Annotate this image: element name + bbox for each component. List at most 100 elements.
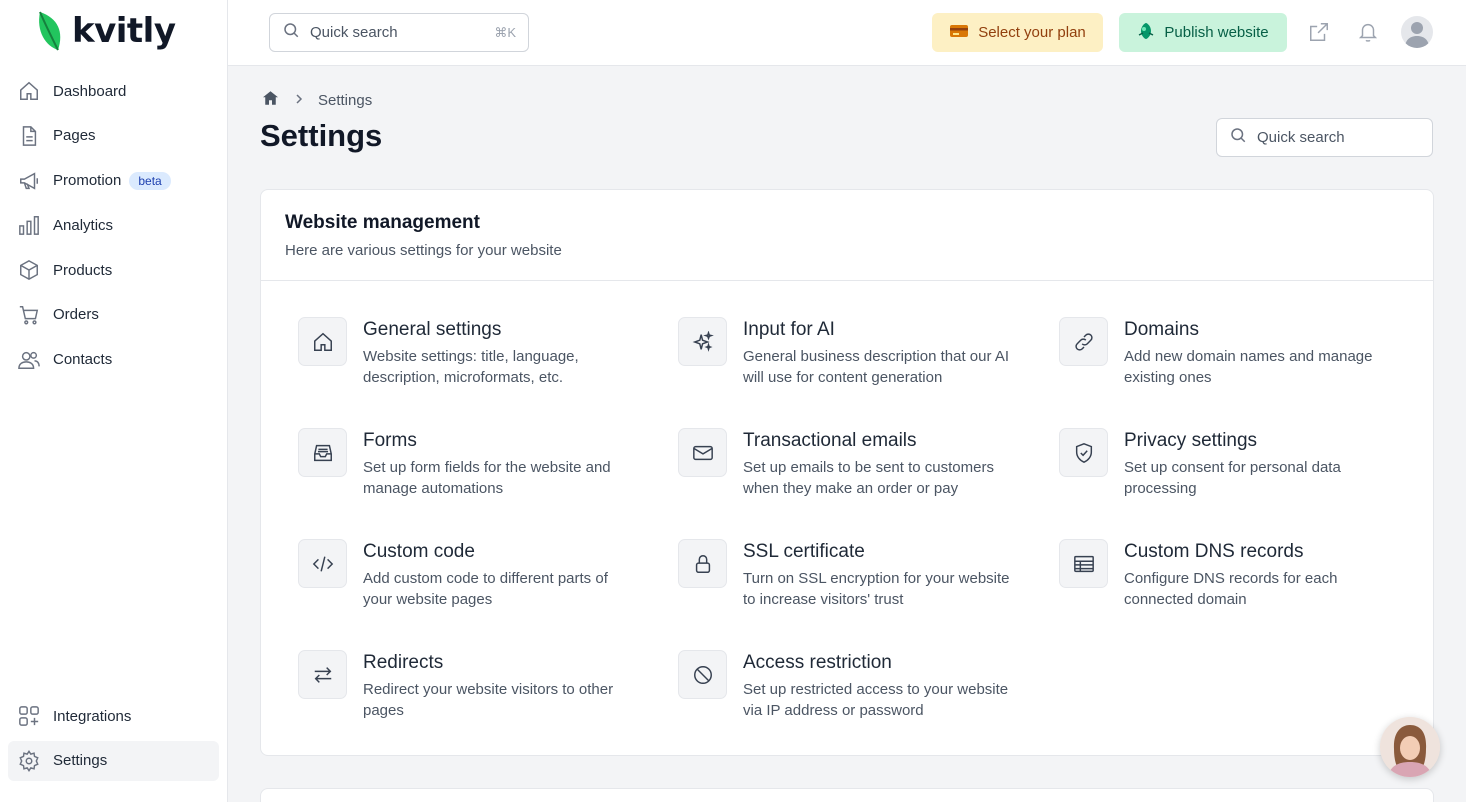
sidebar-item-label: Contacts [53, 351, 113, 369]
select-plan-button[interactable]: Select your plan [932, 13, 1103, 52]
publish-label: Publish website [1164, 24, 1269, 41]
setting-description: Website settings: title, language, descr… [363, 348, 579, 386]
setting-custom-dns-records[interactable]: Custom DNS records Configure DNS records… [1059, 539, 1399, 629]
file-icon [18, 125, 40, 147]
search-icon [282, 21, 300, 44]
setting-custom-code[interactable]: Custom code Add custom code to different… [298, 539, 638, 629]
setting-input-for-ai[interactable]: Input for AI General business descriptio… [678, 317, 1018, 407]
sidebar-item-settings[interactable]: Settings [8, 740, 219, 781]
shield-check-icon [1059, 428, 1108, 477]
sidebar-nav: Dashboard Pages Promotion beta Analytics… [8, 71, 219, 385]
sidebar-item-pages[interactable]: Pages [8, 116, 219, 156]
gear-icon [18, 749, 40, 772]
sidebar-item-label: Analytics [53, 216, 114, 234]
credit-card-icon [949, 23, 969, 43]
setting-access-restriction[interactable]: Access restriction Set up restricted acc… [678, 650, 1018, 740]
sidebar-item-promotion[interactable]: Promotion beta [8, 161, 219, 201]
card-header: Website management Here are various sett… [261, 190, 1433, 281]
cart-icon [18, 304, 40, 326]
megaphone-icon [18, 170, 40, 192]
setting-description: Redirect your website visitors to other … [363, 681, 614, 719]
setting-description: General business description that our AI… [743, 348, 1009, 386]
ban-icon [678, 650, 727, 699]
breadcrumb: Settings [261, 89, 372, 111]
setting-title: Access restriction [743, 652, 892, 673]
setting-general-settings[interactable]: General settings Website settings: title… [298, 317, 638, 407]
sidebar-item-integrations[interactable]: Integrations [8, 696, 219, 736]
arrows-exchange-icon [298, 650, 347, 699]
setting-description: Set up consent for personal data process… [1124, 459, 1341, 497]
topbar: Quick search ⌘K Select your plan Publish… [228, 0, 1466, 66]
leaf-logo-icon [39, 11, 61, 51]
support-chat-avatar[interactable] [1380, 717, 1440, 777]
card-subtitle: Here are various settings for your websi… [285, 242, 562, 259]
table-icon [1059, 539, 1108, 588]
sidebar-item-products[interactable]: Products [8, 250, 219, 290]
search-icon [1229, 126, 1247, 149]
sidebar-item-contacts[interactable]: Contacts [8, 340, 219, 380]
logo[interactable]: kvitly [36, 10, 176, 52]
setting-description: Set up form fields for the website and m… [363, 459, 611, 497]
sidebar-item-label: Dashboard [53, 82, 127, 100]
publish-icon [1137, 21, 1155, 45]
setting-title: Forms [363, 430, 417, 451]
setting-title: Input for AI [743, 319, 835, 340]
search-placeholder: Quick search [310, 24, 398, 41]
setting-forms[interactable]: Forms Set up form fields for the website… [298, 428, 638, 518]
inbox-icon [298, 428, 347, 477]
sidebar-item-label: Settings [53, 752, 108, 770]
setting-privacy-settings[interactable]: Privacy settings Set up consent for pers… [1059, 428, 1399, 518]
setting-description: Set up emails to be sent to customers wh… [743, 459, 994, 497]
lock-icon [678, 539, 727, 588]
sidebar-item-label: Products [53, 261, 113, 279]
logo-text: kvitly [72, 11, 176, 51]
search-shortcut: ⌘K [494, 24, 516, 40]
setting-description: Add custom code to different parts of yo… [363, 570, 608, 608]
setting-title: General settings [363, 319, 502, 340]
setting-description: Add new domain names and manage existing… [1124, 348, 1373, 386]
select-plan-label: Select your plan [978, 24, 1086, 41]
bar-chart-icon [18, 214, 40, 236]
link-icon [1059, 317, 1108, 366]
setting-title: Redirects [363, 652, 444, 673]
sidebar-item-label: Promotion [53, 172, 122, 190]
users-icon [18, 349, 40, 371]
setting-domains[interactable]: Domains Add new domain names and manage … [1059, 317, 1399, 407]
setting-transactional-emails[interactable]: Transactional emails Set up emails to be… [678, 428, 1018, 518]
mail-icon [678, 428, 727, 477]
home-icon [298, 317, 347, 366]
setting-ssl-certificate[interactable]: SSL certificate Turn on SSL encryption f… [678, 539, 1018, 629]
box-icon [18, 259, 40, 281]
grid-plus-icon [18, 705, 40, 727]
setting-redirects[interactable]: Redirects Redirect your website visitors… [298, 650, 638, 740]
sidebar-item-label: Pages [53, 127, 96, 145]
settings-search-input[interactable]: Quick search [1216, 118, 1433, 157]
setting-title: SSL certificate [743, 541, 865, 562]
home-icon[interactable] [261, 89, 280, 111]
sidebar-item-orders[interactable]: Orders [8, 295, 219, 335]
setting-title: Custom DNS records [1124, 541, 1304, 562]
sidebar: kvitly Dashboard Pages Promotion beta An… [0, 0, 228, 802]
beta-badge: beta [129, 171, 171, 190]
page-title: Settings [260, 118, 383, 153]
user-avatar[interactable] [1401, 16, 1433, 48]
sidebar-item-dashboard[interactable]: Dashboard [8, 71, 219, 111]
bell-icon[interactable] [1356, 20, 1380, 44]
setting-description: Set up restricted access to your website… [743, 681, 1009, 719]
setting-description: Turn on SSL encryption for your website … [743, 570, 1010, 608]
setting-description: Configure DNS records for each connected… [1124, 570, 1338, 608]
sparkles-icon [678, 317, 727, 366]
next-section-card [260, 788, 1434, 802]
sidebar-item-label: Integrations [53, 707, 132, 725]
setting-title: Domains [1124, 319, 1199, 340]
sidebar-item-analytics[interactable]: Analytics [8, 205, 219, 245]
quick-search-input[interactable]: Quick search ⌘K [269, 13, 529, 52]
search-placeholder: Quick search [1257, 129, 1345, 146]
home-icon [18, 80, 40, 102]
setting-title: Privacy settings [1124, 430, 1258, 451]
website-management-card: Website management Here are various sett… [260, 189, 1434, 756]
chevron-right-icon [294, 92, 304, 109]
sidebar-item-label: Orders [53, 306, 99, 324]
external-link-icon[interactable] [1307, 20, 1331, 44]
publish-website-button[interactable]: Publish website [1119, 13, 1287, 52]
